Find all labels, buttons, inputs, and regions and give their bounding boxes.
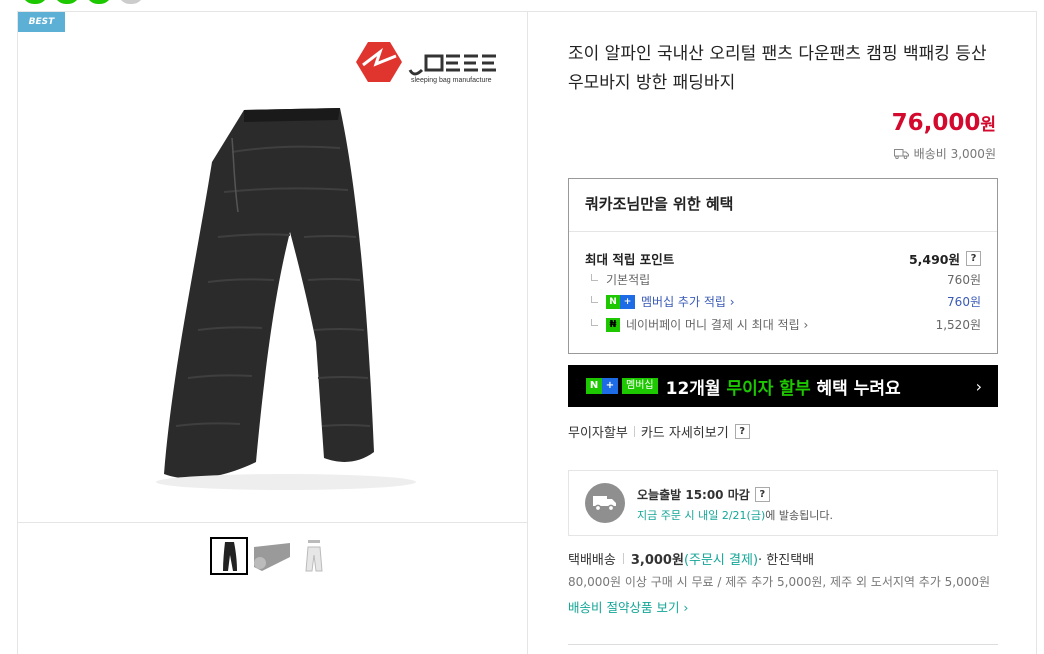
basic-points-value: 760원 — [947, 273, 981, 287]
thumbnail-2[interactable] — [252, 537, 290, 575]
price-unit: 원 — [980, 115, 996, 135]
today-shipping-headline: 오늘출발 15:00 마감 ? — [637, 486, 770, 503]
brand-logo: sleeping bag manufacture — [356, 42, 496, 84]
shipping-fee: 배송비 3,000원 — [893, 145, 996, 162]
product-info-panel: 조이 알파인 국내산 오리털 팬츠 다운팬츠 캠핑 백패킹 등산 우모바지 방한… — [527, 11, 1037, 654]
shipping-fee-label: 배송비 3,000원 — [913, 147, 996, 161]
product-title: 조이 알파인 국내산 오리털 팬츠 다운팬츠 캠핑 백패킹 등산 우모바지 방한… — [568, 44, 987, 93]
indicator-dot — [86, 0, 112, 4]
delivery-fee-note: (주문시 결제) — [683, 553, 759, 568]
truck-icon — [893, 148, 909, 159]
banner-rest: 혜택 누려요 — [816, 378, 901, 399]
brand-tagline: sleeping bag manufacture — [411, 77, 492, 84]
naver-pay-icon: ₦ — [606, 317, 620, 332]
benefit-box: 쿼카조님만을 위한 혜택 최대 적립 포인트 5,490원 ? 기본적립 760… — [568, 178, 998, 354]
membership-points-link[interactable]: 멤버십 추가 적립 › — [641, 293, 735, 310]
tree-line — [591, 274, 598, 281]
npay-points-row[interactable]: ₦ 네이버페이 머니 결제 시 최대 적립 › 1,520원 — [585, 316, 981, 333]
chevron-right-icon: › — [975, 376, 982, 396]
delivery-method: 택배배송 — [568, 553, 616, 568]
down-pants-image — [156, 108, 416, 490]
max-points-value: 5,490원 — [908, 252, 960, 267]
today-shipping-text: 오늘출발 15:00 마감 — [637, 488, 750, 502]
delivery-truck-icon — [585, 483, 625, 523]
banner-text: 12개월 무이자 할부 혜택 누려요 — [666, 374, 901, 399]
today-shipping-box: 오늘출발 15:00 마감 ? 지금 주문 시 내일 2/21(금)에 발송됩니… — [568, 470, 998, 536]
top-indicator-dots — [22, 0, 144, 4]
naver-plus-icon: N + — [586, 378, 618, 394]
max-points-row: 최대 적립 포인트 5,490원 ? — [585, 249, 981, 268]
shipping-saving-link[interactable]: 배송비 절약상품 보기 › — [568, 597, 998, 616]
today-shipping-help-icon[interactable]: ? — [754, 487, 770, 502]
product-main-image[interactable]: sleeping bag manufacture — [18, 12, 528, 522]
tree-line — [591, 319, 598, 326]
membership-label: 멤버십 — [622, 378, 658, 394]
product-image-panel: sleeping bag manufacture BEST — [17, 11, 528, 654]
banner-highlight: 무이자 할부 — [726, 378, 811, 399]
divider — [633, 426, 635, 437]
thumbnail-3[interactable] — [294, 537, 332, 575]
delivery-carrier: · 한진택배 — [758, 553, 815, 568]
thumbnail-1[interactable] — [210, 537, 248, 575]
price-value: 76,000 — [891, 110, 981, 136]
card-help-icon[interactable]: ? — [734, 424, 750, 439]
card-info-row: 무이자할부 카드 자세히보기 ? — [568, 422, 750, 441]
thumbnail-bar — [18, 522, 528, 654]
basic-points-label: 기본적립 — [606, 273, 651, 287]
installment-label: 무이자할부 — [568, 426, 628, 441]
basic-points-row: 기본적립 760원 — [585, 271, 981, 288]
thumbnail-list — [210, 537, 332, 575]
membership-banner[interactable]: N + 멤버십 12개월 무이자 할부 혜택 누려요 › — [568, 365, 998, 407]
delivery-info: 택배배송 3,000원 (주문시 결제) · 한진택배 80,000원 이상 구… — [568, 549, 998, 616]
benefit-title: 쿼카조님만을 위한 혜택 — [569, 179, 997, 232]
today-shipping-desc: 지금 주문 시 내일 2/21(금)에 발송됩니다. — [637, 507, 833, 523]
npay-points-link[interactable]: 네이버페이 머니 결제 시 최대 적립 › — [626, 316, 808, 333]
today-shipping-rest: 에 발송됩니다. — [765, 509, 833, 522]
delivery-method-row: 택배배송 3,000원 (주문시 결제) · 한진택배 — [568, 549, 998, 568]
indicator-dot — [54, 0, 80, 4]
indicator-dot — [118, 0, 144, 4]
delivery-fee: 3,000원 — [630, 553, 684, 568]
today-shipping-date: 지금 주문 시 내일 2/21(금) — [637, 509, 766, 522]
best-badge: BEST — [18, 12, 65, 32]
indicator-dot — [22, 0, 48, 4]
divider — [568, 644, 998, 645]
banner-months: 12개월 — [665, 378, 721, 399]
npay-points-value: 1,520원 — [935, 318, 981, 332]
naver-plus-icon: N + — [606, 294, 635, 309]
tree-line — [591, 296, 598, 303]
max-points-help-icon[interactable]: ? — [966, 251, 981, 266]
max-points-label: 최대 적립 포인트 — [585, 252, 675, 267]
membership-points-value: 760원 — [947, 295, 981, 309]
card-detail-link[interactable]: 카드 자세히보기 — [641, 422, 729, 441]
membership-points-row[interactable]: N + 멤버십 추가 적립 › 760원 — [585, 293, 981, 310]
product-price: 76,000원 — [892, 110, 996, 136]
delivery-condition: 80,000원 이상 구매 시 무료 / 제주 추가 5,000원, 제주 외 … — [568, 575, 991, 589]
divider — [622, 553, 624, 564]
